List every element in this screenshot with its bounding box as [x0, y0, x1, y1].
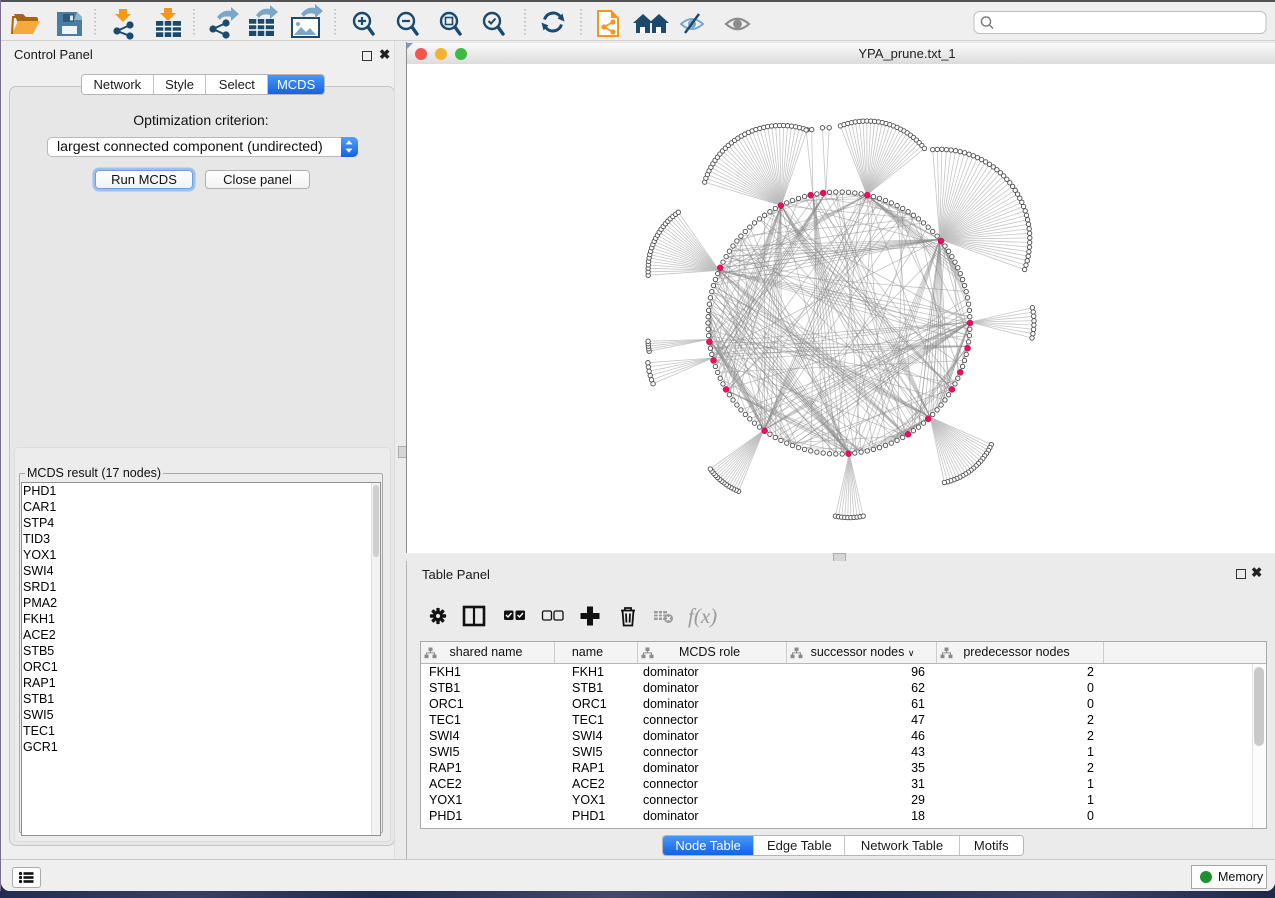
- svg-text:f(x): f(x): [688, 604, 717, 628]
